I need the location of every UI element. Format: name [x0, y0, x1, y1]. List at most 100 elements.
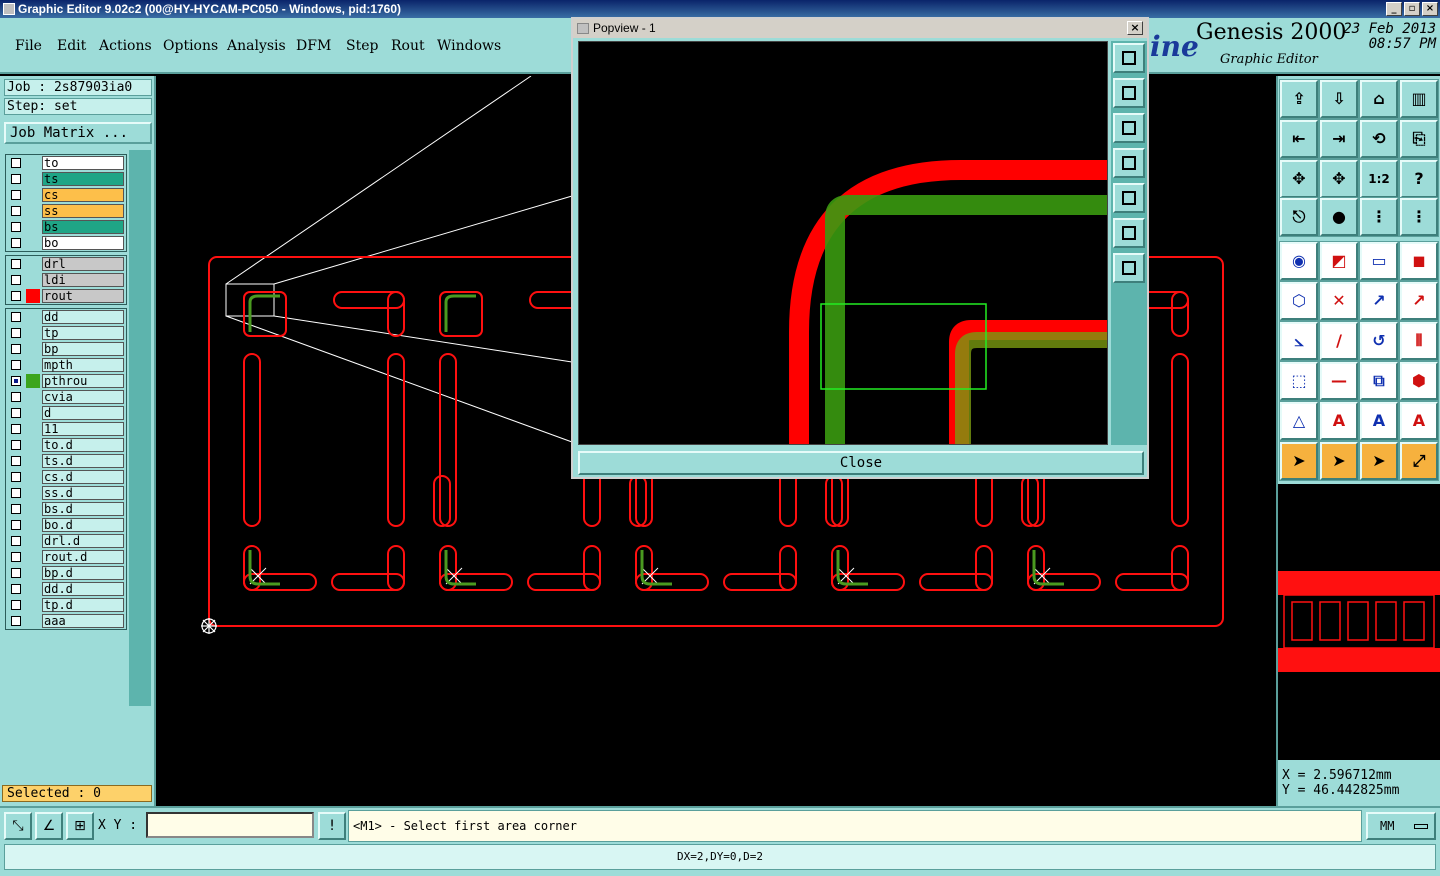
popview-tool-zoom-in-icon[interactable]: [1113, 218, 1145, 248]
layer-checkbox[interactable]: [11, 312, 21, 322]
layer-color-swatch[interactable]: [26, 454, 40, 468]
layer-name[interactable]: bs.d: [42, 502, 124, 516]
layer-checkbox[interactable]: [11, 158, 21, 168]
layer-name[interactable]: rout: [42, 289, 124, 303]
tool-7-4-icon[interactable]: ⫴: [1399, 321, 1439, 361]
layer-checkbox[interactable]: [11, 440, 21, 450]
layer-name[interactable]: cvia: [42, 390, 124, 404]
tool-10-4-icon[interactable]: ⤢: [1399, 441, 1439, 481]
layer-color-swatch[interactable]: [26, 438, 40, 452]
tool-4-1-icon[interactable]: ⎋: [1279, 197, 1319, 237]
layer-color-swatch[interactable]: [26, 406, 40, 420]
layer-name[interactable]: bo: [42, 236, 124, 250]
tool-9-1-icon[interactable]: △: [1279, 401, 1319, 441]
popview-title-bar[interactable]: Popview - 1 ×: [573, 19, 1147, 38]
grid-mode-icon[interactable]: ⊞: [66, 812, 94, 840]
job-matrix-button[interactable]: Job Matrix ...: [4, 122, 152, 144]
layer-row-bp.d[interactable]: bp.d: [6, 565, 126, 581]
layer-row-tp[interactable]: tp: [6, 325, 126, 341]
layer-color-swatch[interactable]: [26, 614, 40, 628]
tool-10-1-icon[interactable]: ➤: [1279, 441, 1319, 481]
layer-checkbox[interactable]: [11, 504, 21, 514]
popview-canvas[interactable]: [578, 41, 1108, 445]
layer-row-ts.d[interactable]: ts.d: [6, 453, 126, 469]
layer-name[interactable]: ss.d: [42, 486, 124, 500]
tool-1-3-icon[interactable]: ⌂: [1359, 79, 1399, 119]
layer-row-ts[interactable]: ts: [6, 171, 126, 187]
close-window-button[interactable]: ×: [1422, 2, 1438, 16]
tool-7-2-icon[interactable]: /: [1319, 321, 1359, 361]
tool-5-3-icon[interactable]: ▭: [1359, 241, 1399, 281]
popview-close-icon[interactable]: ×: [1127, 21, 1143, 35]
tool-10-2-icon[interactable]: ➤: [1319, 441, 1359, 481]
tool-6-4-icon[interactable]: ↗: [1399, 281, 1439, 321]
tool-2-1-icon[interactable]: ⇤: [1279, 119, 1319, 159]
tool-8-2-icon[interactable]: —: [1319, 361, 1359, 401]
layer-color-swatch[interactable]: [26, 156, 40, 170]
layer-checkbox[interactable]: [11, 360, 21, 370]
layer-name[interactable]: ts: [42, 172, 124, 186]
layer-checkbox[interactable]: [11, 174, 21, 184]
tool-2-4-icon[interactable]: ⎘: [1399, 119, 1439, 159]
layer-color-swatch[interactable]: [26, 486, 40, 500]
tool-3-3-icon[interactable]: 1:2: [1359, 159, 1399, 199]
layer-checkbox[interactable]: [11, 392, 21, 402]
layer-color-swatch[interactable]: [26, 550, 40, 564]
tool-6-3-icon[interactable]: ↗: [1359, 281, 1399, 321]
layer-name[interactable]: bs: [42, 220, 124, 234]
layer-color-swatch[interactable]: [26, 422, 40, 436]
layer-row-bo[interactable]: bo: [6, 235, 126, 251]
tool-1-1-icon[interactable]: ⇪: [1279, 79, 1319, 119]
layer-row-cs[interactable]: cs: [6, 187, 126, 203]
layer-color-swatch[interactable]: [26, 518, 40, 532]
minimize-button[interactable]: _: [1386, 2, 1402, 16]
layer-name[interactable]: dd: [42, 310, 124, 324]
tool-8-4-icon[interactable]: ⬢: [1399, 361, 1439, 401]
layer-row-rout.d[interactable]: rout.d: [6, 549, 126, 565]
info-icon[interactable]: !: [318, 812, 346, 840]
tool-4-3-icon[interactable]: ⋮: [1359, 197, 1399, 237]
layer-checkbox[interactable]: [11, 600, 21, 610]
tool-8-3-icon[interactable]: ⧉: [1359, 361, 1399, 401]
tool-9-2-icon[interactable]: A: [1319, 401, 1359, 441]
layer-checkbox[interactable]: [11, 275, 21, 285]
layer-row-to.d[interactable]: to.d: [6, 437, 126, 453]
popview-tool-up-icon[interactable]: [1113, 78, 1145, 108]
layer-scrollbar[interactable]: [129, 150, 151, 706]
popview-close-button[interactable]: Close: [578, 451, 1144, 475]
layer-color-swatch[interactable]: [26, 236, 40, 250]
tool-1-4-icon[interactable]: ▥: [1399, 79, 1439, 119]
layer-color-swatch[interactable]: [26, 470, 40, 484]
layer-name[interactable]: pthrou: [42, 374, 124, 388]
layer-checkbox[interactable]: [11, 328, 21, 338]
tool-9-4-icon[interactable]: A: [1399, 401, 1439, 441]
layer-row-dd.d[interactable]: dd.d: [6, 581, 126, 597]
layer-name[interactable]: 11: [42, 422, 124, 436]
layer-color-swatch[interactable]: [26, 310, 40, 324]
tool-7-3-icon[interactable]: ↺: [1359, 321, 1399, 361]
layer-checkbox[interactable]: [11, 190, 21, 200]
layer-color-swatch[interactable]: [26, 326, 40, 340]
units-select[interactable]: MM: [1366, 812, 1436, 840]
layer-name[interactable]: bo.d: [42, 518, 124, 532]
layer-color-swatch[interactable]: [26, 598, 40, 612]
tool-2-2-icon[interactable]: ⇥: [1319, 119, 1359, 159]
layer-row-cs.d[interactable]: cs.d: [6, 469, 126, 485]
layer-color-swatch[interactable]: [26, 273, 40, 287]
tool-3-1-icon[interactable]: ✥: [1279, 159, 1319, 199]
xy-input[interactable]: [146, 812, 314, 838]
popview-tool-fit-icon[interactable]: [1113, 43, 1145, 73]
tool-9-3-icon[interactable]: A: [1359, 401, 1399, 441]
layer-row-mpth[interactable]: mpth: [6, 357, 126, 373]
layer-color-swatch[interactable]: [26, 358, 40, 372]
layer-name[interactable]: tp.d: [42, 598, 124, 612]
menu-rout[interactable]: Rout: [391, 38, 425, 54]
layer-color-swatch[interactable]: [26, 566, 40, 580]
overview-map[interactable]: [1278, 484, 1440, 760]
layer-color-swatch[interactable]: [26, 342, 40, 356]
layer-checkbox[interactable]: [11, 376, 21, 386]
layer-color-swatch[interactable]: [26, 204, 40, 218]
menu-actions[interactable]: Actions: [99, 38, 152, 54]
layer-name[interactable]: bp: [42, 342, 124, 356]
tool-4-2-icon[interactable]: ●: [1319, 197, 1359, 237]
